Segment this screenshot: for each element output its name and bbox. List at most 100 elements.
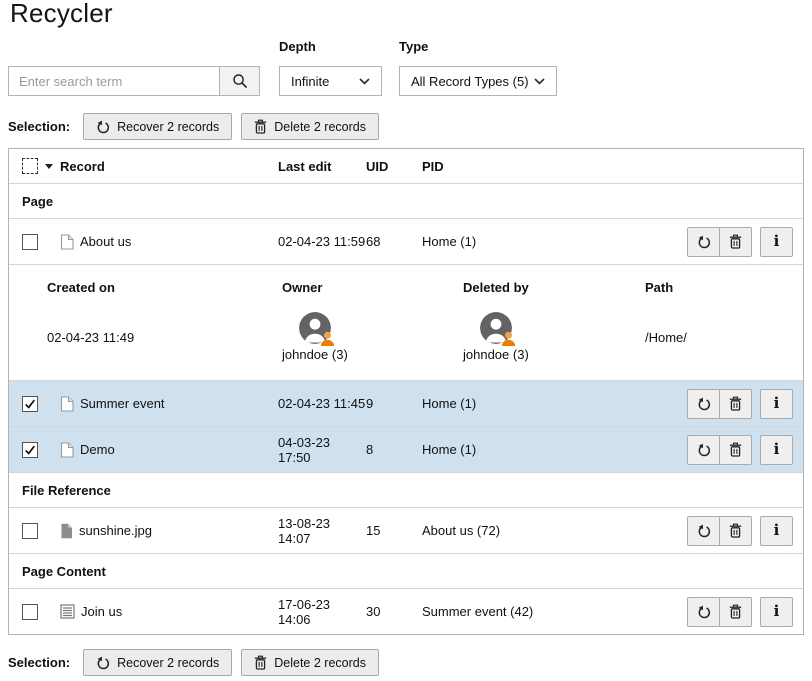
table-row: Join us 17-06-23 14:06 30 Summer event (…: [9, 588, 803, 634]
user-overlay-icon: [320, 331, 335, 346]
undo-icon: [697, 235, 711, 249]
page-title: Recycler: [10, 0, 113, 29]
recycler-table: Record Last edit UID PID Page About us 0…: [8, 148, 804, 635]
recover-row-button[interactable]: [687, 435, 720, 465]
row-checkbox[interactable]: [22, 234, 38, 250]
detail-path-label: Path: [645, 280, 791, 295]
info-row-button[interactable]: i: [760, 516, 793, 546]
undo-icon: [96, 120, 110, 134]
row-checkbox[interactable]: [22, 523, 38, 539]
recover-selected-button[interactable]: Recover 2 records: [83, 649, 232, 676]
page-icon: [60, 234, 74, 250]
undo-icon: [697, 605, 711, 619]
record-title: sunshine.jpg: [79, 523, 152, 538]
info-row-button[interactable]: i: [760, 435, 793, 465]
delete-row-button[interactable]: [719, 516, 752, 546]
delete-row-button[interactable]: [719, 597, 752, 627]
delete-selected-label: Delete 2 records: [274, 120, 366, 134]
delete-selected-label: Delete 2 records: [274, 656, 366, 670]
type-select-value: All Record Types (5): [411, 74, 529, 89]
record-title: Summer event: [80, 396, 165, 411]
user-overlay-icon: [501, 331, 516, 346]
trash-icon: [729, 396, 742, 411]
column-header-record: Record: [60, 159, 278, 174]
table-row: sunshine.jpg 13-08-23 14:07 15 About us …: [9, 507, 803, 553]
record-pid: Home (1): [422, 442, 687, 457]
recover-row-button[interactable]: [687, 227, 720, 257]
detail-created-on-value: 02-04-23 11:49: [47, 330, 282, 345]
record-title: About us: [80, 234, 131, 249]
recover-selected-label: Recover 2 records: [117, 656, 219, 670]
trash-icon: [729, 234, 742, 249]
group-header-page-content: Page Content: [9, 553, 803, 588]
select-all-checkbox[interactable]: [22, 158, 38, 174]
selection-label: Selection:: [8, 119, 70, 134]
selection-toolbar-top: Selection: Recover 2 records Delete 2 re…: [8, 113, 388, 140]
page-icon: [60, 442, 74, 458]
trash-icon: [254, 655, 267, 670]
record-last-edit: 02-04-23 11:45: [278, 396, 366, 411]
record-detail-panel: Created on Owner Deleted by Path 02-04-2…: [9, 264, 803, 380]
type-select[interactable]: All Record Types (5): [399, 66, 557, 96]
trash-icon: [729, 442, 742, 457]
caret-down-icon[interactable]: [45, 164, 53, 169]
delete-selected-button[interactable]: Delete 2 records: [241, 113, 379, 140]
record-last-edit: 13-08-23 14:07: [278, 516, 366, 546]
record-title: Join us: [81, 604, 122, 619]
row-checkbox[interactable]: [22, 396, 38, 412]
search-button[interactable]: [219, 66, 260, 96]
undo-icon: [697, 443, 711, 457]
selection-toolbar-bottom: Selection: Recover 2 records Delete 2 re…: [8, 649, 388, 676]
delete-selected-button[interactable]: Delete 2 records: [241, 649, 379, 676]
search-input[interactable]: [8, 66, 220, 96]
column-header-last-edit: Last edit: [278, 159, 366, 174]
info-icon: i: [774, 442, 780, 457]
table-row: Demo 04-03-23 17:50 8 Home (1) i: [9, 426, 803, 472]
delete-row-button[interactable]: [719, 435, 752, 465]
record-last-edit: 04-03-23 17:50: [278, 435, 366, 465]
undo-icon: [697, 397, 711, 411]
avatar: [480, 312, 512, 344]
record-pid: Summer event (42): [422, 604, 687, 619]
recover-selected-button[interactable]: Recover 2 records: [83, 113, 232, 140]
recover-row-button[interactable]: [687, 389, 720, 419]
selection-label: Selection:: [8, 655, 70, 670]
undo-icon: [697, 524, 711, 538]
delete-row-button[interactable]: [719, 389, 752, 419]
record-pid: Home (1): [422, 396, 687, 411]
depth-label: Depth: [279, 39, 316, 54]
row-checkbox[interactable]: [22, 442, 38, 458]
info-row-button[interactable]: i: [760, 389, 793, 419]
record-uid: 8: [366, 442, 422, 457]
group-header-file-reference: File Reference: [9, 472, 803, 507]
chevron-down-icon: [534, 78, 545, 85]
recover-row-button[interactable]: [687, 516, 720, 546]
table-row: Summer event 02-04-23 11:45 9 Home (1) i: [9, 380, 803, 426]
delete-row-button[interactable]: [719, 227, 752, 257]
recycler-module: Recycler Depth Type Infinite All Record …: [0, 0, 812, 681]
column-header-uid: UID: [366, 159, 422, 174]
recover-row-button[interactable]: [687, 597, 720, 627]
search-icon: [232, 73, 248, 89]
info-row-button[interactable]: i: [760, 227, 793, 257]
info-row-button[interactable]: i: [760, 597, 793, 627]
content-icon: [60, 604, 75, 619]
record-pid: Home (1): [422, 234, 687, 249]
record-last-edit: 17-06-23 14:06: [278, 597, 366, 627]
row-checkbox[interactable]: [22, 604, 38, 620]
detail-path-value: /Home/: [645, 330, 791, 345]
type-label: Type: [399, 39, 428, 54]
detail-owner-label: Owner: [282, 280, 463, 295]
search-group: [8, 66, 260, 96]
table-header-row: Record Last edit UID PID: [9, 149, 803, 183]
depth-select[interactable]: Infinite: [279, 66, 382, 96]
trash-icon: [254, 119, 267, 134]
info-icon: i: [774, 523, 780, 538]
record-uid: 9: [366, 396, 422, 411]
info-icon: i: [774, 396, 780, 411]
undo-icon: [96, 656, 110, 670]
record-pid: About us (72): [422, 523, 687, 538]
record-title: Demo: [80, 442, 115, 457]
avatar: [299, 312, 331, 344]
info-icon: i: [774, 604, 780, 619]
